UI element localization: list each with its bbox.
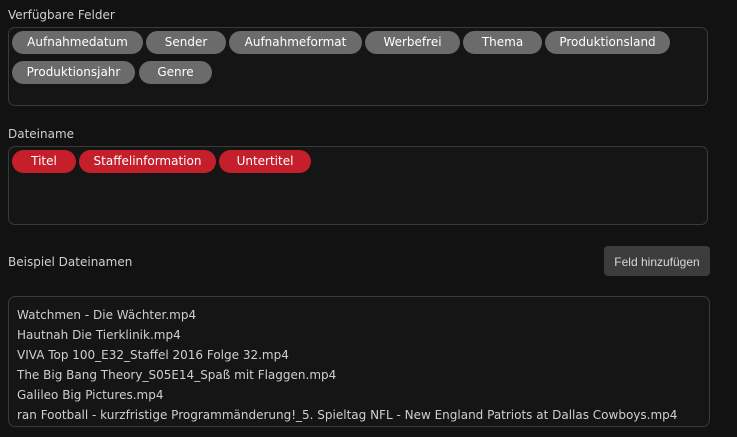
add-field-button[interactable]: Feld hinzufügen — [604, 246, 710, 276]
example-filenames-box: Watchmen - Die Wächter.mp4 Hautnah Die T… — [8, 296, 710, 427]
filename-label: Dateiname — [8, 127, 75, 141]
chip-thema[interactable]: Thema — [463, 31, 542, 54]
chip-staffelinformation[interactable]: Staffelinformation — [79, 150, 216, 173]
chip-produktionsjahr[interactable]: Produktionsjahr — [12, 61, 135, 84]
example-filename: Galileo Big Pictures.mp4 — [17, 388, 164, 402]
chip-sender[interactable]: Sender — [146, 31, 226, 54]
chip-titel[interactable]: Titel — [12, 150, 76, 173]
filename-box[interactable]: Titel Staffelinformation Untertitel — [8, 146, 708, 225]
chip-aufnahmeformat[interactable]: Aufnahmeformat — [229, 31, 362, 54]
available-fields-box[interactable]: Aufnahmedatum Sender Aufnahmeformat Werb… — [8, 27, 708, 106]
example-filename: Watchmen - Die Wächter.mp4 — [17, 308, 197, 322]
example-filename: The Big Bang Theory_S05E14_Spaß mit Flag… — [17, 368, 337, 382]
filename-settings-panel: Verfügbare Felder Aufnahmedatum Sender A… — [0, 0, 737, 437]
examples-label: Beispiel Dateinamen — [8, 255, 133, 269]
example-filename: ran Football - kurzfristige Programmände… — [17, 408, 678, 422]
chip-genre[interactable]: Genre — [139, 61, 212, 84]
example-filename: Hautnah Die Tierklinik.mp4 — [17, 328, 181, 342]
chip-werbefrei[interactable]: Werbefrei — [365, 31, 460, 54]
chip-untertitel[interactable]: Untertitel — [219, 150, 311, 173]
available-fields-label: Verfügbare Felder — [8, 8, 115, 22]
example-filename: VIVA Top 100_E32_Staffel 2016 Folge 32.m… — [17, 348, 289, 362]
chip-produktionsland[interactable]: Produktionsland — [545, 31, 670, 54]
chip-aufnahmedatum[interactable]: Aufnahmedatum — [12, 31, 143, 54]
